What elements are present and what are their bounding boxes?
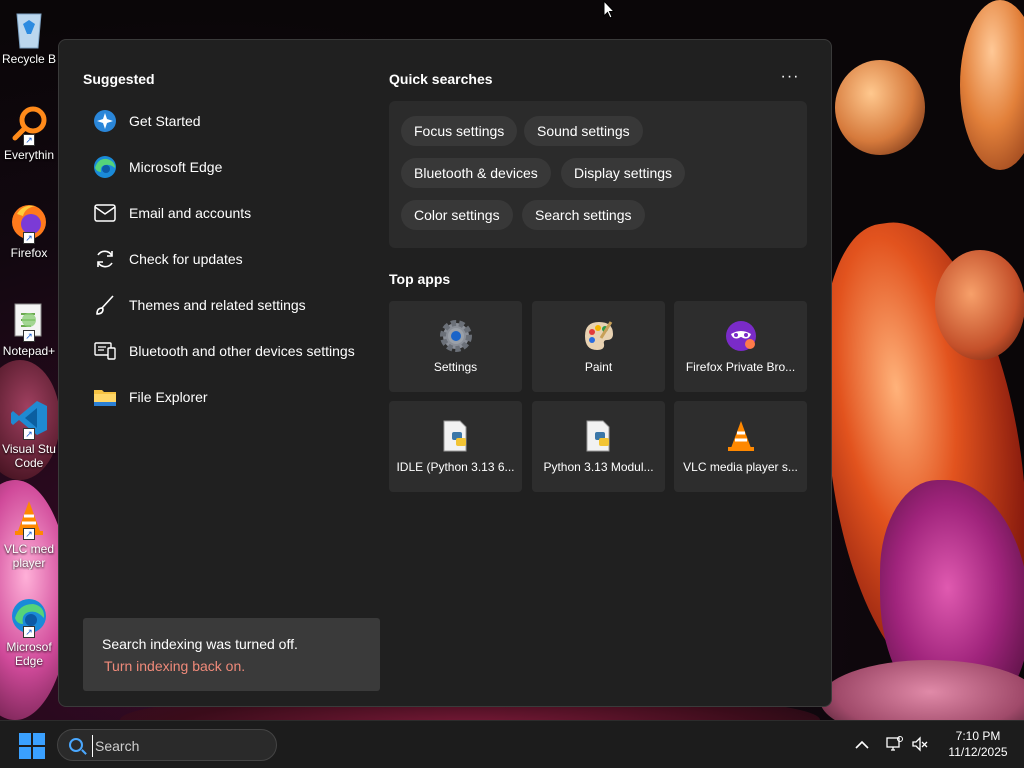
desktop-icon-vlc[interactable]: ↗ VLC med player — [0, 498, 58, 570]
shortcut-arrow-icon: ↗ — [23, 330, 35, 342]
quick-search-chip[interactable]: Sound settings — [524, 116, 643, 146]
desktop-icon-label-line2: Edge — [14, 654, 44, 668]
folder-icon — [93, 385, 117, 409]
indexing-message: Search indexing was turned off. — [102, 636, 298, 652]
top-app-label: VLC media player s... — [683, 460, 798, 474]
vlc-icon: ↗ — [9, 498, 49, 540]
refresh-icon — [93, 247, 117, 271]
shortcut-arrow-icon: ↗ — [23, 626, 35, 638]
top-app-vlc[interactable]: VLC media player s... — [674, 401, 807, 492]
top-app-label: Settings — [433, 360, 478, 374]
windows-logo-icon — [19, 733, 31, 745]
desktop-icon-everything[interactable]: ↗ Everythin — [0, 104, 58, 162]
quick-searches-box: Focus settings Sound settings Bluetooth … — [389, 101, 807, 248]
shortcut-arrow-icon: ↗ — [23, 232, 35, 244]
brush-icon — [93, 293, 117, 317]
settings-gear-icon — [438, 318, 474, 354]
top-app-label: Python 3.13 Modul... — [543, 460, 654, 474]
shortcut-arrow-icon: ↗ — [23, 428, 35, 440]
desktop-icon-label: Everythin — [3, 148, 55, 162]
search-icon — [69, 738, 83, 752]
desktop-icon-notepad-plus-plus[interactable]: ↗ Notepad+ — [0, 300, 58, 358]
suggested-item-label: Bluetooth and other devices settings — [129, 343, 355, 359]
turn-indexing-on-link[interactable]: Turn indexing back on. — [104, 658, 245, 674]
top-app-label: IDLE (Python 3.13 6... — [396, 460, 515, 474]
desktop-icon-firefox[interactable]: ↗ Firefox — [0, 202, 58, 260]
recycle-bin-icon — [9, 8, 49, 49]
chevron-up-icon[interactable] — [852, 735, 872, 755]
top-app-paint[interactable]: Paint — [532, 301, 665, 392]
suggested-item-label: File Explorer — [129, 389, 208, 405]
shortcut-arrow-icon: ↗ — [23, 134, 35, 146]
clock-time: 7:10 PM — [955, 729, 1001, 743]
start-button[interactable] — [19, 733, 45, 759]
python-file-icon — [438, 418, 474, 454]
top-app-label: Firefox Private Bro... — [685, 360, 796, 374]
desktop-icon-label-line2: Code — [14, 456, 44, 470]
paint-palette-icon — [581, 318, 617, 354]
vlc-cone-icon — [723, 418, 759, 454]
edge-icon: ↗ — [9, 596, 49, 638]
taskbar-search-box[interactable] — [57, 729, 277, 761]
suggested-item-label: Themes and related settings — [129, 297, 306, 313]
quick-search-chip[interactable]: Bluetooth & devices — [401, 158, 551, 188]
taskbar-clock[interactable]: 7:10 PM 11/12/2025 — [938, 728, 1018, 760]
firefox-private-icon — [723, 318, 759, 354]
suggested-item-label: Get Started — [129, 113, 201, 129]
quick-searches-heading: Quick searches — [389, 71, 493, 87]
edge-icon — [93, 155, 117, 179]
search-input[interactable] — [92, 735, 262, 757]
python-file-icon — [581, 418, 617, 454]
desktop-icon-recycle-bin[interactable]: Recycle B — [0, 8, 58, 66]
devices-icon — [93, 339, 117, 363]
desktop-icon-label: Notepad+ — [2, 344, 56, 358]
desktop-icon-label: VLC med — [3, 542, 55, 556]
top-app-settings[interactable]: Settings — [389, 301, 522, 392]
clock-date: 11/12/2025 — [948, 745, 1008, 759]
top-app-label: Paint — [584, 360, 613, 374]
quick-search-chip[interactable]: Focus settings — [401, 116, 518, 146]
suggested-item-microsoft-edge[interactable]: Microsoft Edge — [83, 144, 383, 190]
top-app-python-module-docs[interactable]: Python 3.13 Modul... — [532, 401, 665, 492]
quick-search-chip[interactable]: Color settings — [401, 200, 513, 230]
suggested-item-email-accounts[interactable]: Email and accounts — [83, 190, 383, 236]
desktop-icon-label: Recycle B — [1, 52, 57, 66]
desktop-icon-label: Microsof — [6, 640, 52, 654]
firefox-icon: ↗ — [9, 202, 49, 244]
top-app-firefox-private[interactable]: Firefox Private Bro... — [674, 301, 807, 392]
volume-muted-icon[interactable] — [910, 735, 930, 755]
desktop-icon-edge[interactable]: ↗ Microsof Edge — [0, 596, 58, 668]
taskbar: 7:10 PM 11/12/2025 — [0, 720, 1024, 768]
suggested-item-label: Check for updates — [129, 251, 243, 267]
more-options-button[interactable]: ··· — [779, 68, 801, 88]
desktop-icon-label: Visual Stu — [2, 442, 56, 456]
desktop-icon-label-line2: player — [12, 556, 46, 570]
everything-search-icon: ↗ — [9, 104, 49, 146]
top-app-idle[interactable]: IDLE (Python 3.13 6... — [389, 401, 522, 492]
get-started-icon — [93, 109, 117, 133]
search-home-panel: Suggested Get Started Microsoft Edge Ema… — [58, 39, 832, 707]
desktop-icon-vscode[interactable]: ↗ Visual Stu Code — [0, 398, 58, 470]
suggested-item-file-explorer[interactable]: File Explorer — [83, 374, 383, 420]
suggested-item-check-updates[interactable]: Check for updates — [83, 236, 383, 282]
notepad-plus-plus-icon: ↗ — [9, 300, 49, 342]
suggested-list: Get Started Microsoft Edge Email and acc… — [83, 98, 383, 420]
suggested-item-get-started[interactable]: Get Started — [83, 98, 383, 144]
network-icon[interactable] — [884, 735, 904, 755]
shortcut-arrow-icon: ↗ — [23, 528, 35, 540]
indexing-notice: Search indexing was turned off. Turn ind… — [83, 618, 380, 691]
mouse-cursor-icon — [603, 0, 615, 19]
top-apps-heading: Top apps — [389, 271, 451, 287]
quick-search-chip[interactable]: Search settings — [522, 200, 645, 230]
desktop-icon-label: Firefox — [10, 246, 48, 260]
suggested-item-themes[interactable]: Themes and related settings — [83, 282, 383, 328]
suggested-item-label: Microsoft Edge — [129, 159, 223, 175]
suggested-heading: Suggested — [83, 71, 155, 87]
quick-search-chip[interactable]: Display settings — [561, 158, 686, 188]
mail-icon — [93, 201, 117, 225]
vscode-icon: ↗ — [9, 398, 49, 440]
suggested-item-bluetooth-devices[interactable]: Bluetooth and other devices settings — [83, 328, 383, 374]
suggested-item-label: Email and accounts — [129, 205, 252, 221]
